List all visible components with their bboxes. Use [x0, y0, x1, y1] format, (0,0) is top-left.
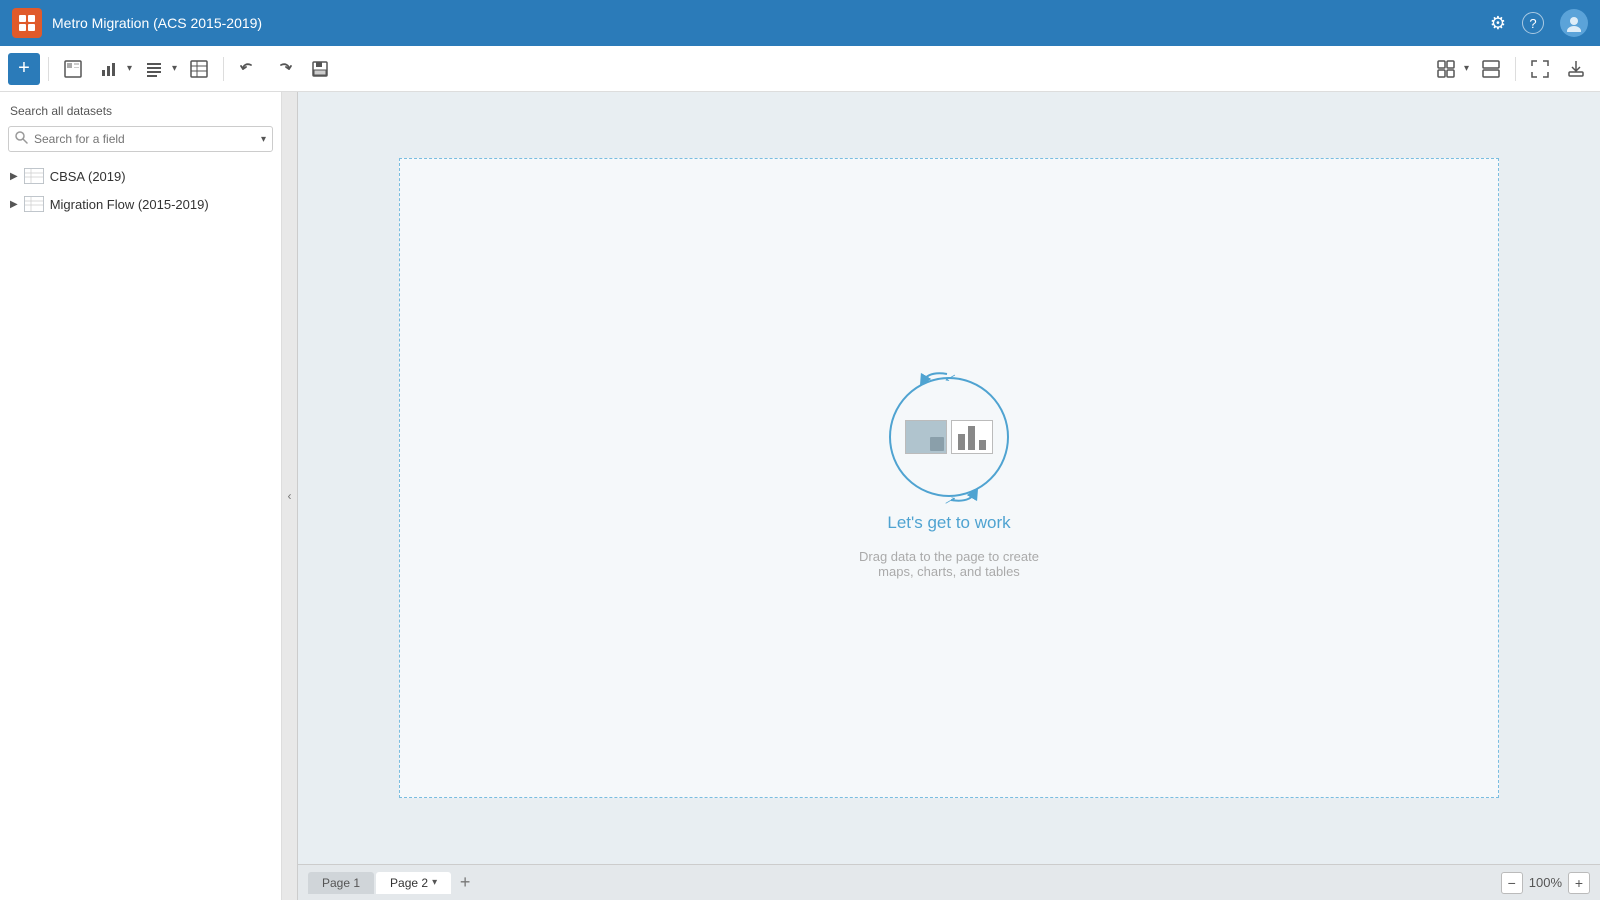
- fit-button[interactable]: [1524, 53, 1556, 85]
- page-tabs: Page 1 Page 2 ▾ + − 100% +: [298, 864, 1600, 900]
- chart-arrow[interactable]: ▾: [125, 61, 134, 76]
- canvas-page: Let's get to work Drag data to the page …: [399, 158, 1499, 798]
- chart-button-group[interactable]: ▾: [93, 53, 134, 85]
- settings-icon[interactable]: ⚙: [1490, 13, 1506, 34]
- layout1-arrow[interactable]: ▾: [1462, 61, 1471, 76]
- zoom-level: 100%: [1529, 875, 1562, 890]
- zoom-controls: − 100% +: [1501, 872, 1590, 894]
- list-button-group[interactable]: ▾: [138, 53, 179, 85]
- search-dropdown-arrow[interactable]: ▾: [261, 134, 266, 145]
- separator-3: [1515, 57, 1516, 81]
- dataset-icon-migration: [24, 196, 44, 212]
- dataset-name-cbsa: CBSA (2019): [50, 169, 126, 184]
- main-layout: Search all datasets ▾ ▶ CBSA (2019) ▶ Mi…: [0, 92, 1600, 900]
- search-box[interactable]: ▾: [8, 126, 273, 152]
- table-button[interactable]: [183, 53, 215, 85]
- sidebar: Search all datasets ▾ ▶ CBSA (2019) ▶ Mi…: [0, 92, 282, 900]
- canvas-area: Let's get to work Drag data to the page …: [298, 92, 1600, 900]
- drag-hint: Let's get to work Drag data to the page …: [859, 377, 1039, 579]
- page-tab-1[interactable]: Page 1: [308, 872, 374, 894]
- dataset-item-migration[interactable]: ▶ Migration Flow (2015-2019): [0, 190, 281, 218]
- separator-2: [223, 57, 224, 81]
- expand-arrow-migration[interactable]: ▶: [10, 199, 18, 210]
- toolbar: + ▾ ▾ ▾: [0, 46, 1600, 92]
- canvas-inner: Let's get to work Drag data to the page …: [298, 92, 1600, 864]
- app-title: Metro Migration (ACS 2015-2019): [52, 15, 1480, 31]
- drag-subtitle: Drag data to the page to createmaps, cha…: [859, 549, 1039, 579]
- search-input[interactable]: [34, 132, 255, 146]
- app-logo: [12, 8, 42, 38]
- export-button[interactable]: [1560, 53, 1592, 85]
- sidebar-header: Search all datasets: [0, 92, 281, 126]
- top-bar-icons: ⚙ ?: [1490, 9, 1588, 37]
- list-button[interactable]: [138, 53, 170, 85]
- page-tab-dropdown-arrow[interactable]: ▾: [432, 877, 437, 888]
- avatar[interactable]: [1560, 9, 1588, 37]
- expand-arrow-cbsa[interactable]: ▶: [10, 171, 18, 182]
- collapse-handle[interactable]: ‹: [282, 92, 298, 900]
- card-button[interactable]: [57, 53, 89, 85]
- undo-button[interactable]: [232, 53, 264, 85]
- top-bar: Metro Migration (ACS 2015-2019) ⚙ ?: [0, 0, 1600, 46]
- dataset-name-migration: Migration Flow (2015-2019): [50, 197, 209, 212]
- layout2-button[interactable]: [1475, 53, 1507, 85]
- redo-button[interactable]: [268, 53, 300, 85]
- list-arrow[interactable]: ▾: [170, 61, 179, 76]
- dataset-item-cbsa[interactable]: ▶ CBSA (2019): [0, 162, 281, 190]
- dataset-icon-cbsa: [24, 168, 44, 184]
- add-button[interactable]: +: [8, 53, 40, 85]
- separator-1: [48, 57, 49, 81]
- layout1-button-group[interactable]: ▾: [1430, 53, 1471, 85]
- save-button[interactable]: [304, 53, 336, 85]
- chart-button[interactable]: [93, 53, 125, 85]
- page-tab-2[interactable]: Page 2 ▾: [376, 872, 451, 894]
- zoom-in-button[interactable]: +: [1568, 872, 1590, 894]
- search-icon: [15, 131, 28, 147]
- drag-title: Let's get to work: [887, 513, 1010, 533]
- zoom-out-button[interactable]: −: [1501, 872, 1523, 894]
- toolbar-right: ▾: [1430, 53, 1592, 85]
- drag-circle: [889, 377, 1009, 497]
- help-icon[interactable]: ?: [1522, 12, 1544, 34]
- add-tab-button[interactable]: +: [453, 871, 477, 895]
- drag-icons: [905, 420, 993, 454]
- map-thumbnail: [905, 420, 947, 454]
- layout1-button[interactable]: [1430, 53, 1462, 85]
- chart-thumbnail: [951, 420, 993, 454]
